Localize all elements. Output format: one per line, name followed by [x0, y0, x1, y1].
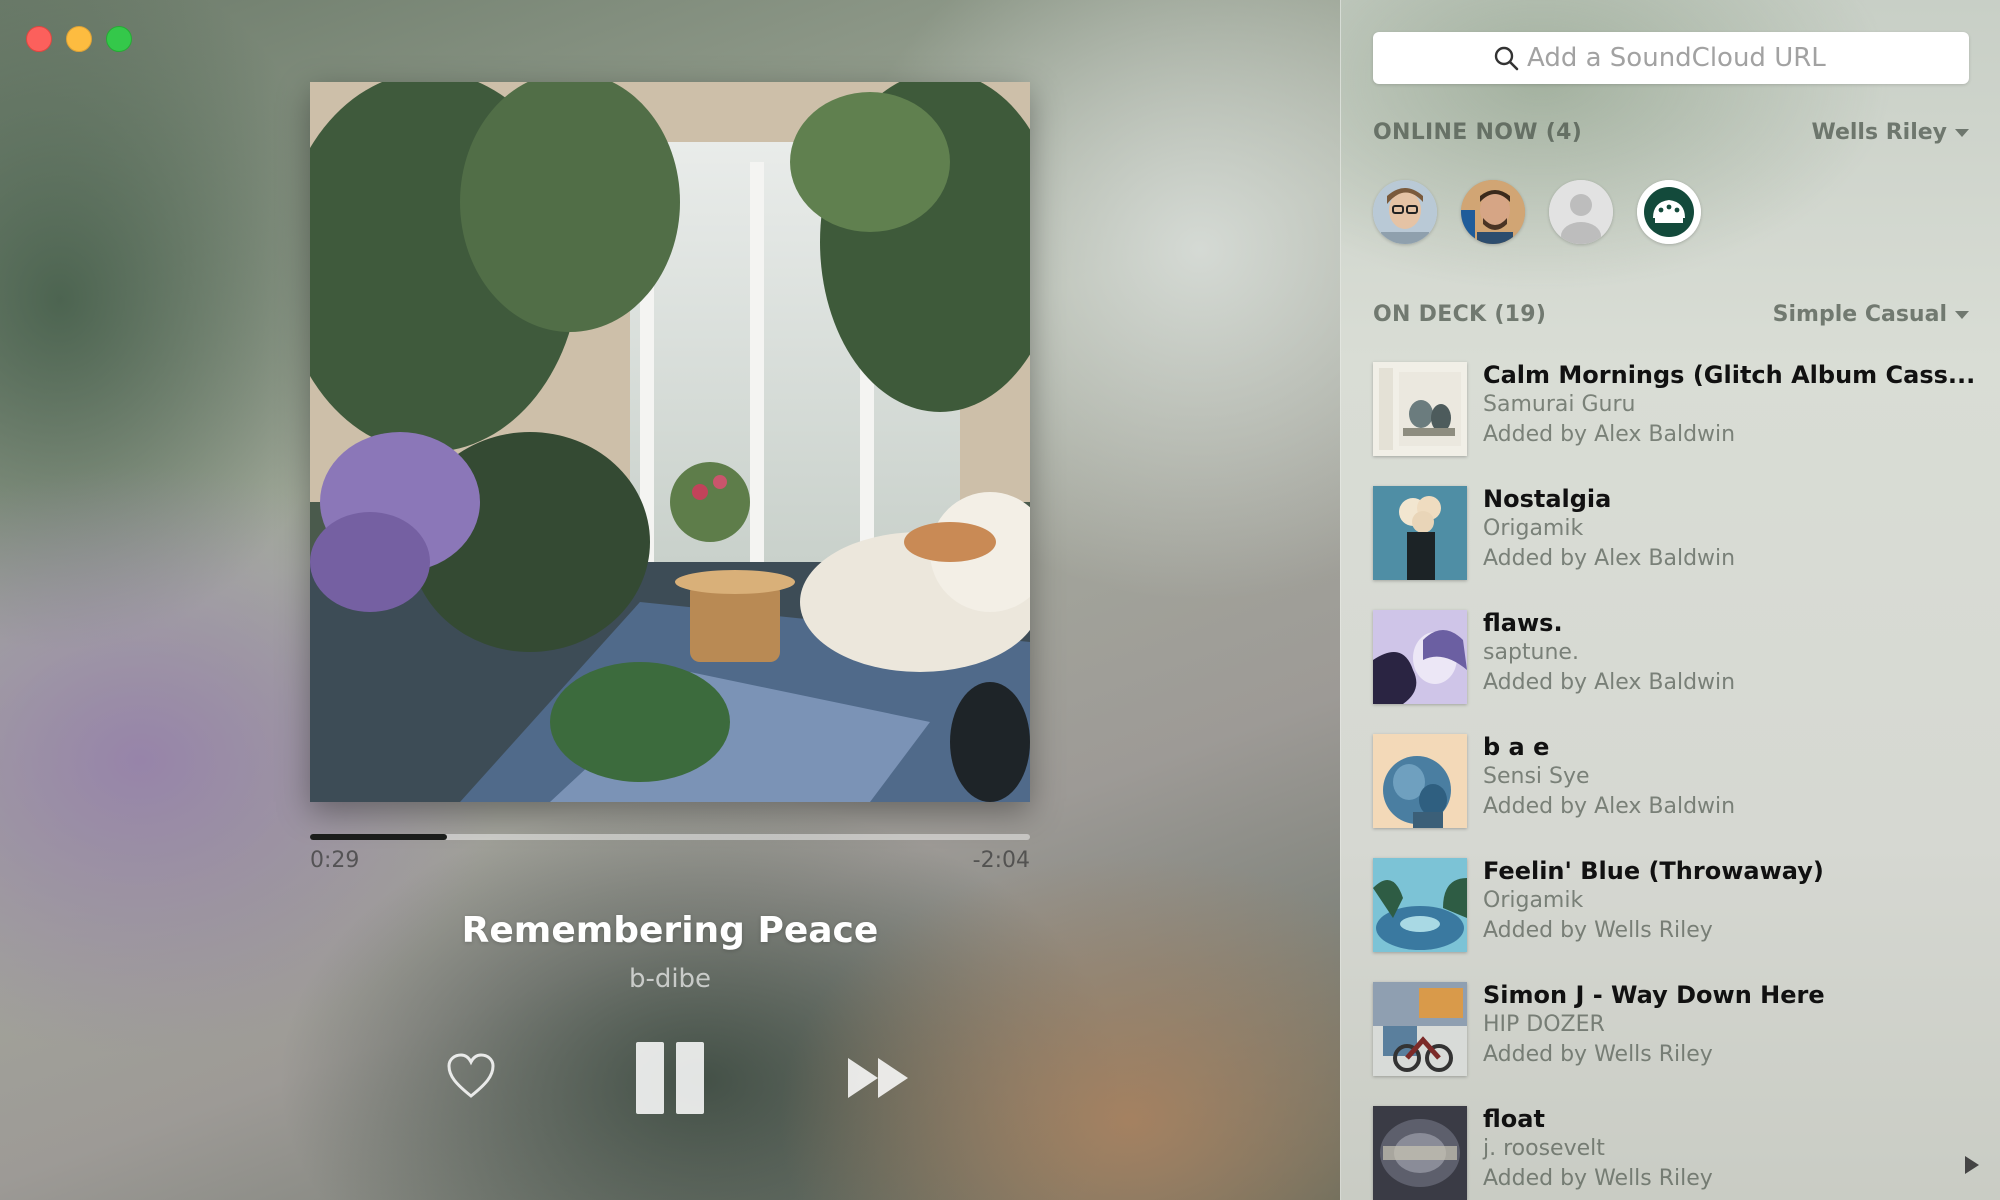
- search-box[interactable]: [1373, 32, 1969, 84]
- remaining-time: -2:04: [972, 848, 1030, 873]
- now-playing-artist[interactable]: b-dibe: [310, 964, 1030, 994]
- track-artwork: [1373, 486, 1467, 580]
- list-item[interactable]: Simon J - Way Down Here HIP DOZER Added …: [1373, 981, 1983, 1106]
- track-title: float: [1483, 1105, 1545, 1133]
- play-arrow-icon[interactable]: [1965, 1156, 1979, 1174]
- shell-logo-icon: [1637, 180, 1701, 244]
- list-item[interactable]: b a e Sensi Sye Added by Alex Baldwin: [1373, 733, 1983, 858]
- sidebar: ONLINE NOW (4) Wells Riley: [1340, 0, 2000, 1200]
- on-deck-header: ON DECK (19) Simple Casual: [1373, 302, 1969, 327]
- track-added-by: Added by Alex Baldwin: [1483, 422, 1736, 447]
- track-artist: Origamik: [1483, 888, 1584, 913]
- track-title: Nostalgia: [1483, 485, 1612, 513]
- track-artist: HIP DOZER: [1483, 1012, 1605, 1037]
- list-item[interactable]: Calm Mornings (Glitch Album Cass... Samu…: [1373, 361, 1983, 486]
- track-added-by: Added by Wells Riley: [1483, 1042, 1713, 1067]
- track-added-by: Added by Alex Baldwin: [1483, 546, 1736, 571]
- chevron-down-icon: [1955, 310, 1969, 319]
- track-artwork: [1373, 1106, 1467, 1200]
- track-artist: Samurai Guru: [1483, 392, 1636, 417]
- track-artwork: [1373, 362, 1467, 456]
- avatar[interactable]: [1637, 180, 1701, 244]
- playlist-name: Simple Casual: [1772, 302, 1947, 327]
- avatar[interactable]: [1461, 180, 1525, 244]
- elapsed-time: 0:29: [310, 848, 360, 873]
- queue-list: Calm Mornings (Glitch Album Cass... Samu…: [1373, 361, 1983, 1200]
- track-added-by: Added by Wells Riley: [1483, 918, 1713, 943]
- track-artist: saptune.: [1483, 640, 1579, 665]
- online-now-header: ONLINE NOW (4) Wells Riley: [1373, 120, 1969, 145]
- search-icon: [1494, 46, 1519, 71]
- online-now-label: ONLINE NOW (4): [1373, 120, 1583, 145]
- track-artist: Sensi Sye: [1483, 764, 1590, 789]
- user-placeholder-icon: [1549, 180, 1613, 244]
- track-title: b a e: [1483, 733, 1550, 761]
- window-minimize-button[interactable]: [66, 26, 92, 52]
- on-deck-label: ON DECK (19): [1373, 302, 1547, 327]
- list-item[interactable]: Nostalgia Origamik Added by Alex Baldwin: [1373, 485, 1983, 610]
- heart-icon: [447, 1053, 495, 1098]
- track-title: flaws.: [1483, 609, 1563, 637]
- track-artwork: [1373, 858, 1467, 952]
- user-menu-dropdown[interactable]: Wells Riley: [1811, 120, 1969, 145]
- soundcloud-url-input[interactable]: [1525, 42, 1849, 74]
- track-added-by: Added by Alex Baldwin: [1483, 670, 1736, 695]
- chevron-down-icon: [1955, 128, 1969, 137]
- track-artist: Origamik: [1483, 516, 1584, 541]
- current-user-name: Wells Riley: [1811, 120, 1947, 145]
- list-item[interactable]: Feelin' Blue (Throwaway) Origamik Added …: [1373, 857, 1983, 982]
- track-added-by: Added by Alex Baldwin: [1483, 794, 1736, 819]
- track-artwork: [1373, 982, 1467, 1076]
- track-title: Calm Mornings (Glitch Album Cass...: [1483, 361, 1976, 389]
- next-track-button[interactable]: [846, 1056, 910, 1100]
- playback-progress-bar[interactable]: [310, 834, 1030, 840]
- avatar[interactable]: [1373, 180, 1437, 244]
- avatar[interactable]: [1549, 180, 1613, 244]
- fast-forward-icon: [848, 1058, 908, 1098]
- track-artwork: [1373, 610, 1467, 704]
- track-title: Feelin' Blue (Throwaway): [1483, 857, 1824, 885]
- like-button[interactable]: [446, 1052, 496, 1100]
- window-maximize-button[interactable]: [106, 26, 132, 52]
- track-artist: j. roosevelt: [1483, 1136, 1605, 1161]
- pause-button[interactable]: [636, 1042, 704, 1114]
- window-close-button[interactable]: [26, 26, 52, 52]
- track-added-by: Added by Wells Riley: [1483, 1166, 1713, 1191]
- now-playing-title: Remembering Peace: [461, 910, 879, 951]
- list-item[interactable]: float j. roosevelt Added by Wells Riley: [1373, 1105, 1983, 1200]
- track-title: Simon J - Way Down Here: [1483, 981, 1825, 1009]
- playback-progress-fill: [310, 834, 447, 840]
- online-users: [1373, 180, 1725, 244]
- playlist-dropdown[interactable]: Simple Casual: [1773, 302, 1969, 327]
- album-artwork: [310, 82, 1030, 802]
- list-item[interactable]: flaws. saptune. Added by Alex Baldwin: [1373, 609, 1983, 734]
- track-artwork: [1373, 734, 1467, 828]
